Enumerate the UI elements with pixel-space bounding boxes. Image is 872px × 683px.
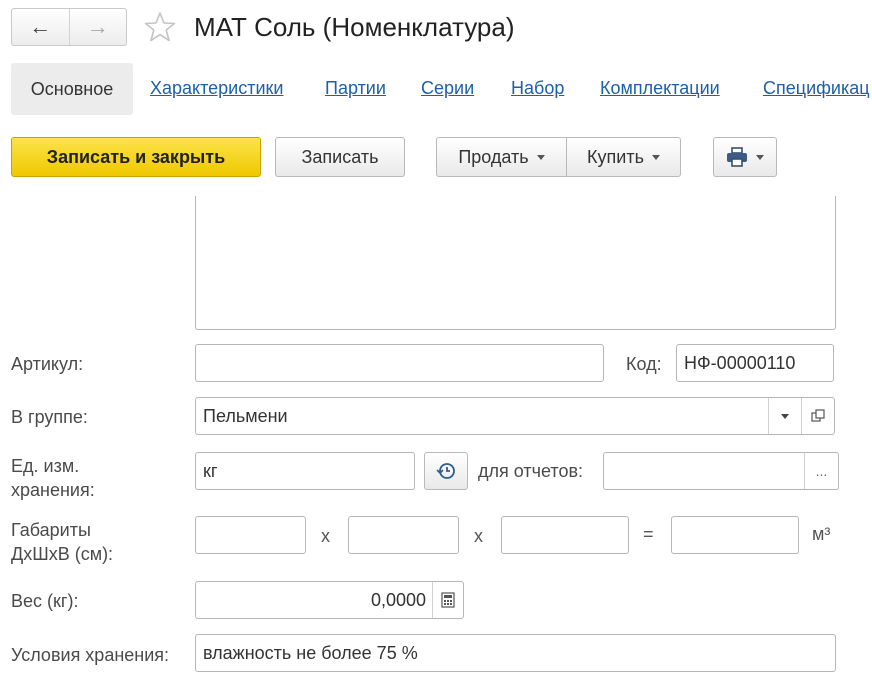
chevron-down-icon	[651, 154, 660, 160]
unit-label-line1: Ед. изм.	[11, 456, 80, 476]
article-label: Артикул:	[11, 354, 84, 374]
dimensions-label-line2: ДхШхВ (см):	[11, 544, 114, 564]
tab-batches[interactable]: Партии	[325, 78, 386, 99]
group-dropdown-button[interactable]	[768, 398, 801, 434]
save-button[interactable]: Записать	[275, 137, 405, 177]
tab-assemblies[interactable]: Комплектации	[600, 78, 720, 99]
chevron-down-icon	[536, 154, 545, 160]
buy-button-label: Купить	[587, 146, 644, 167]
unit-label-line2: хранения:	[11, 480, 95, 500]
storage-label: Условия хранения:	[11, 645, 170, 665]
tab-set[interactable]: Набор	[511, 78, 564, 99]
volume-unit: м³	[812, 524, 831, 544]
calculator-button[interactable]	[432, 582, 463, 618]
sell-button[interactable]: Продать	[436, 137, 567, 177]
sell-button-label: Продать	[458, 146, 529, 167]
weight-value: 0,0000	[370, 589, 426, 610]
times-sign: x	[474, 526, 483, 546]
back-button[interactable]: ←	[12, 9, 69, 45]
chevron-down-icon	[756, 154, 764, 160]
history-nav: ← →	[11, 8, 127, 46]
tab-characteristics[interactable]: Характеристики	[150, 78, 283, 99]
height-input[interactable]	[501, 516, 629, 554]
volume-input[interactable]	[671, 516, 799, 554]
unit-history-button[interactable]	[424, 452, 468, 490]
chevron-down-icon	[781, 413, 789, 419]
length-input[interactable]	[195, 516, 306, 554]
code-label: Код:	[626, 354, 662, 374]
width-input[interactable]	[348, 516, 459, 554]
history-clock-icon	[436, 463, 455, 479]
dimensions-label: Габариты ДхШхВ (см):	[11, 518, 113, 566]
tab-main[interactable]: Основное	[11, 63, 133, 115]
favorite-star-icon[interactable]	[143, 10, 177, 44]
weight-label: Вес (кг):	[11, 591, 79, 611]
reports-label: для отчетов:	[478, 461, 584, 481]
code-input[interactable]: НФ-00000110	[676, 344, 834, 382]
arrow-left-icon: ←	[29, 14, 52, 39]
article-input[interactable]	[195, 344, 604, 382]
page-title: МАТ Соль (Номенклатура)	[194, 12, 515, 42]
storage-conditions-input[interactable]: влажность не более 75 %	[195, 634, 836, 672]
buy-button[interactable]: Купить	[566, 137, 681, 177]
group-open-button[interactable]	[801, 398, 834, 434]
tab-specifications[interactable]: Спецификац	[763, 78, 872, 99]
printer-icon	[727, 147, 747, 167]
unit-label: Ед. изм. хранения:	[11, 454, 95, 502]
group-select[interactable]: Пельмени	[195, 397, 835, 435]
group-label: В группе:	[11, 407, 88, 427]
unit-input[interactable]: кг	[195, 452, 415, 490]
print-button[interactable]	[713, 137, 777, 177]
weight-input[interactable]: 0,0000	[195, 581, 464, 619]
equals-sign: =	[643, 524, 654, 544]
group-value: Пельмени	[203, 405, 288, 426]
open-window-icon	[811, 409, 825, 422]
save-and-close-button[interactable]: Записать и закрыть	[11, 137, 261, 177]
description-textarea[interactable]	[195, 196, 836, 330]
times-sign: x	[321, 526, 330, 546]
reports-unit-field[interactable]: ...	[603, 452, 839, 490]
arrow-right-icon: →	[86, 14, 109, 39]
reports-unit-select-button[interactable]: ...	[804, 453, 838, 489]
tab-series[interactable]: Серии	[421, 78, 474, 99]
dimensions-label-line1: Габариты	[11, 520, 91, 540]
forward-button[interactable]: →	[68, 9, 127, 45]
calculator-icon	[441, 592, 455, 608]
